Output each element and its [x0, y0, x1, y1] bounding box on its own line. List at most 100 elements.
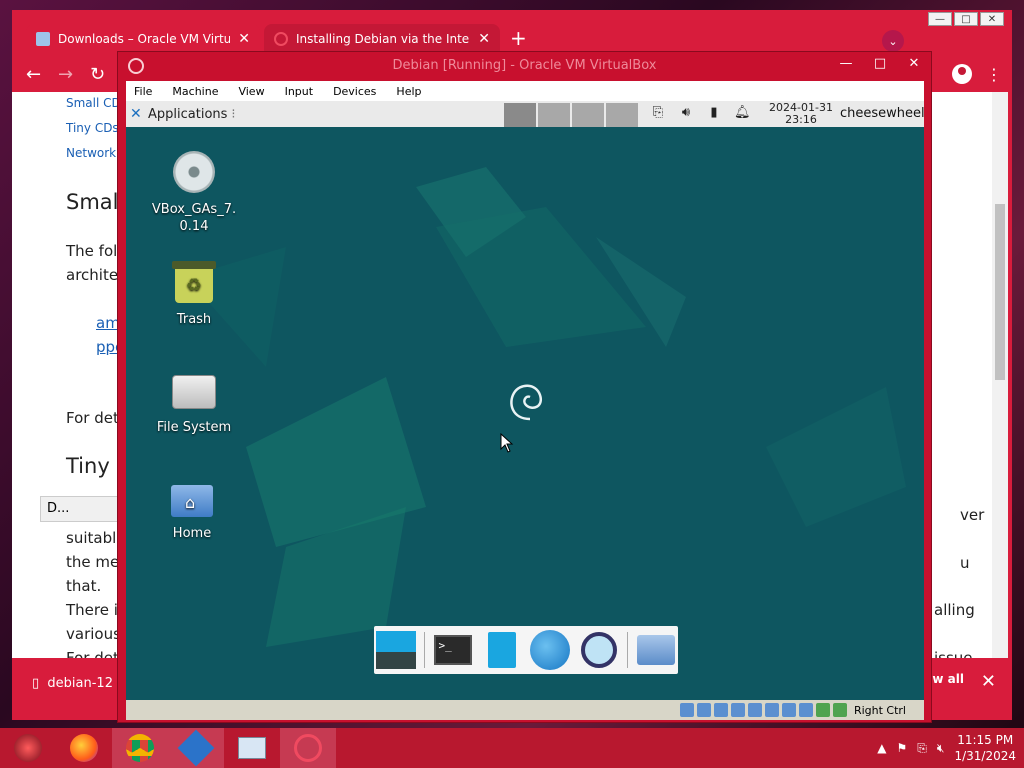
menu-file[interactable]: File: [134, 85, 152, 98]
paragraph-text: alling: [934, 601, 975, 619]
virtualbox-icon: [177, 729, 215, 767]
notification-bell-icon[interactable]: 🔔︎: [734, 105, 751, 121]
workspace-2[interactable]: [538, 103, 570, 127]
network-icon[interactable]: ⎘: [917, 741, 927, 756]
cpu-status-icon[interactable]: [815, 703, 830, 717]
new-tab-button[interactable]: +: [510, 26, 527, 50]
volume-icon[interactable]: 🔊︎: [678, 105, 694, 121]
start-orb-icon: [14, 734, 42, 762]
desktop-icon-file-system[interactable]: File System: [144, 369, 244, 436]
show-hidden-icons-icon[interactable]: ▲: [877, 741, 886, 755]
vbox-status-bar: Right Ctrl: [126, 700, 924, 720]
tab-close-icon[interactable]: ✕: [238, 31, 250, 47]
workspace-4[interactable]: [606, 103, 638, 127]
tab-installing-debian[interactable]: Installing Debian via the Internet ✕: [264, 24, 500, 54]
home-folder-button[interactable]: [636, 628, 676, 672]
desktop-icon-home[interactable]: ⌂ Home: [142, 479, 242, 542]
start-button[interactable]: [0, 728, 56, 768]
guest-screen[interactable]: ✕ Applications ⁝ ⎘ 🔊︎ ▮ 🔔︎ 2024-01-31 23…: [126, 101, 924, 700]
panel-handle-icon: ⁝: [231, 106, 236, 122]
desktop-icon-vbox-cd[interactable]: VBox_GAs_7. 0.14: [144, 151, 244, 235]
popup-window-tab[interactable]: D...: [40, 496, 118, 522]
xfce-top-panel: ✕ Applications ⁝ ⎘ 🔊︎ ▮ 🔔︎ 2024-01-31 23…: [126, 101, 924, 127]
virtualbox-favicon-icon: [36, 32, 50, 46]
page-scrollbar[interactable]: [992, 92, 1008, 658]
taskbar-chrome[interactable]: [112, 728, 168, 768]
forward-button[interactable]: →: [58, 64, 73, 85]
host-taskbar: ▲ ⚑ ⎘ 🔇︎ 11:15 PM 1/31/2024: [0, 728, 1024, 768]
workspace-1[interactable]: [504, 103, 536, 127]
debian-favicon-icon: [274, 32, 288, 46]
download-filename: debian-12: [47, 676, 113, 691]
usb-status-icon[interactable]: [747, 703, 762, 717]
taskbar-debian-vm[interactable]: [280, 728, 336, 768]
minimize-button[interactable]: —: [928, 12, 952, 26]
vbox-close-button[interactable]: ✕: [897, 52, 931, 74]
applications-menu-button[interactable]: ✕ Applications ⁝: [126, 107, 236, 122]
tab-search-icon[interactable]: ⌄: [882, 30, 904, 52]
tab-close-icon[interactable]: ✕: [478, 31, 490, 47]
profile-avatar-icon[interactable]: [952, 64, 972, 84]
network-status-icon[interactable]: [730, 703, 745, 717]
battery-icon[interactable]: ▮: [706, 105, 722, 121]
taskbar-firefox[interactable]: [56, 728, 112, 768]
popup-label: D...: [47, 501, 70, 516]
app-finder-button[interactable]: [578, 628, 618, 672]
reload-button[interactable]: ↻: [90, 64, 105, 85]
download-item[interactable]: ▯ debian-12: [32, 676, 113, 691]
show-all-button[interactable]: w all: [932, 672, 964, 686]
download-shelf-close-icon[interactable]: ✕: [981, 671, 996, 692]
show-desktop-button[interactable]: [376, 628, 417, 672]
menu-devices[interactable]: Devices: [333, 85, 376, 98]
vbox-maximize-button[interactable]: □: [863, 52, 897, 74]
hard-disk-status-icon[interactable]: [679, 703, 694, 717]
toc-link[interactable]: Tiny CDs,: [66, 121, 123, 135]
mouse-integration-status-icon[interactable]: [832, 703, 847, 717]
firefox-icon: [70, 734, 98, 762]
back-button[interactable]: ←: [26, 64, 41, 85]
paragraph-text: that.: [66, 577, 102, 595]
toc-link[interactable]: Small CD: [66, 96, 121, 110]
web-browser-button[interactable]: [530, 628, 571, 672]
network-icon[interactable]: ⎘: [650, 105, 666, 121]
volume-muted-icon[interactable]: 🔇︎: [937, 741, 945, 756]
maximize-button[interactable]: □: [954, 12, 978, 26]
menu-view[interactable]: View: [238, 85, 264, 98]
menu-help[interactable]: Help: [396, 85, 421, 98]
chrome-menu-icon[interactable]: ⋮: [986, 65, 1002, 84]
web-browser-icon: [530, 630, 571, 670]
paragraph-text: u: [960, 554, 970, 572]
scrollbar-thumb[interactable]: [995, 204, 1005, 380]
vbox-minimize-button[interactable]: —: [829, 52, 863, 74]
menu-input[interactable]: Input: [285, 85, 313, 98]
shared-folders-status-icon[interactable]: [764, 703, 779, 717]
display-status-icon[interactable]: [781, 703, 796, 717]
terminal-button[interactable]: >_: [433, 628, 473, 672]
virtualbox-logo-icon: [128, 58, 144, 74]
search-icon: [580, 632, 617, 668]
taskbar-virtualbox[interactable]: [168, 728, 224, 768]
workspace-3[interactable]: [572, 103, 604, 127]
user-menu[interactable]: cheesewheel: [840, 106, 924, 121]
host-clock-date: 1/31/2024: [954, 749, 1016, 763]
tab-downloads[interactable]: Downloads – Oracle VM VirtualB ✕: [26, 24, 260, 54]
vbox-window-controls: — □ ✕: [829, 52, 931, 74]
menu-machine[interactable]: Machine: [172, 85, 218, 98]
taskbar-task-manager[interactable]: [224, 728, 280, 768]
action-center-flag-icon[interactable]: ⚑: [897, 741, 908, 755]
folder-icon: [636, 635, 675, 665]
optical-drive-status-icon[interactable]: [696, 703, 711, 717]
panel-clock[interactable]: 2024-01-31 23:16: [764, 102, 838, 126]
file-manager-button[interactable]: [482, 628, 522, 672]
paragraph-text: various: [66, 625, 121, 643]
icon-label: File System: [156, 420, 232, 435]
host-clock[interactable]: 11:15 PM 1/31/2024: [954, 732, 1016, 764]
optical-disc-icon: [173, 151, 215, 193]
audio-status-icon[interactable]: [713, 703, 728, 717]
dock-separator: [626, 632, 628, 668]
recording-status-icon[interactable]: [798, 703, 813, 717]
system-tray: ⎘ 🔊︎ ▮ 🔔︎: [650, 105, 751, 121]
icon-label: VBox_GAs_7.: [151, 202, 237, 217]
desktop-icon-trash[interactable]: ♻ Trash: [144, 261, 244, 328]
close-button[interactable]: ✕: [980, 12, 1004, 26]
